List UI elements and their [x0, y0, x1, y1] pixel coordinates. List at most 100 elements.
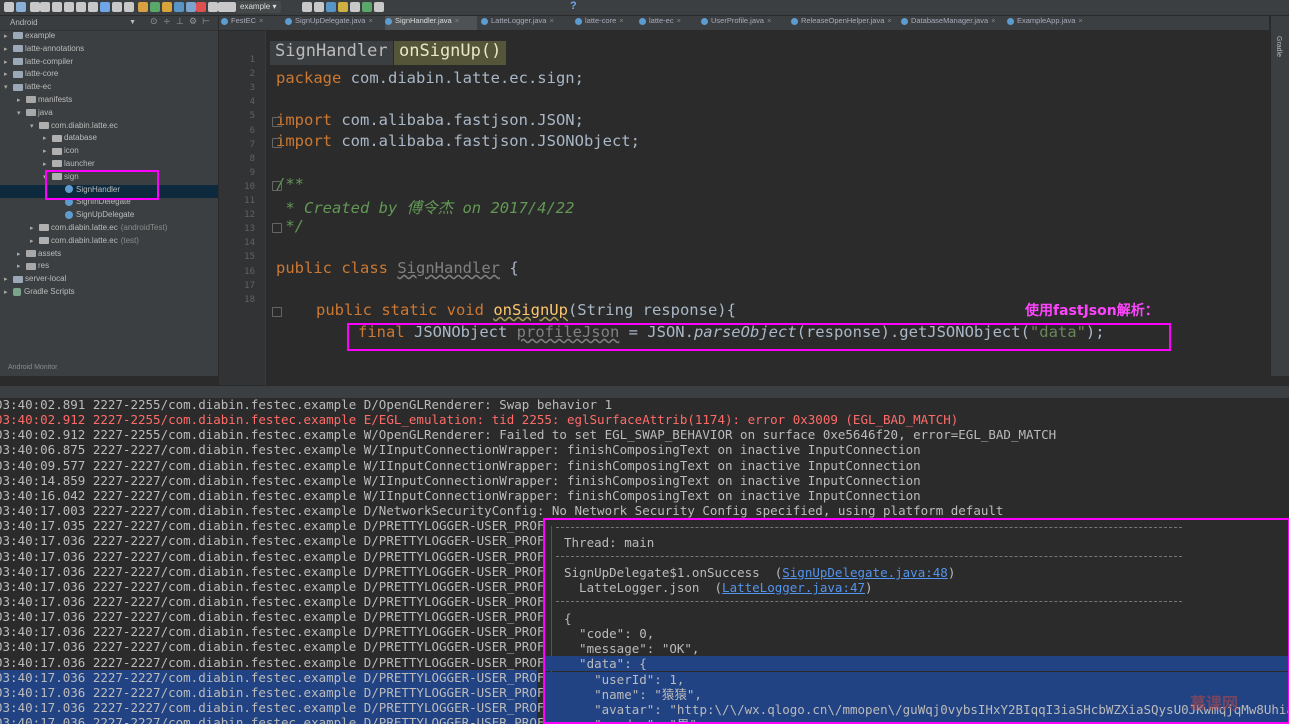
close-icon[interactable]: × [619, 16, 623, 25]
toolbar-icon[interactable] [4, 2, 14, 12]
scroll-from-source-icon[interactable]: ⊥ [176, 17, 185, 27]
toolbar-icon[interactable] [226, 2, 236, 12]
expand-right-icon[interactable]: ▸ [17, 262, 26, 270]
close-icon[interactable]: × [767, 16, 771, 25]
toolbar-icon[interactable] [314, 2, 324, 12]
tree-item[interactable]: ▸ com.diabin.latte.ec (androidTest) [0, 223, 218, 236]
help-icon[interactable]: ? [570, 0, 577, 12]
tree-item[interactable]: ▸ latte-annotations [0, 44, 218, 57]
expand-right-icon[interactable]: ▸ [43, 134, 52, 142]
tab-databasemanager-java[interactable]: DatabaseManager.java × [901, 16, 1003, 30]
tree-item[interactable]: ▾ latte-ec [0, 82, 218, 95]
toolbar-icon[interactable] [186, 2, 196, 12]
tree-item[interactable]: ▸ manifests [0, 95, 218, 108]
tab-releaseopenhelper-java[interactable]: ReleaseOpenHelper.java × [791, 16, 897, 30]
toolbar-icon[interactable] [338, 2, 348, 12]
expand-right-icon[interactable]: ▸ [4, 45, 13, 53]
toolbar-icon[interactable] [76, 2, 86, 12]
tree-item[interactable]: ▸ res [0, 261, 218, 274]
toolbar-icon[interactable] [52, 2, 62, 12]
expand-right-icon[interactable]: ▸ [30, 224, 39, 232]
tree-item[interactable]: ▸ latte-core [0, 69, 218, 82]
tab-exampleapp-java[interactable]: ExampleApp.java × [1007, 16, 1097, 30]
fold-marker[interactable] [272, 223, 282, 233]
tree-item[interactable]: ▸ Gradle Scripts [0, 287, 218, 300]
expand-right-icon[interactable]: ▸ [4, 275, 13, 283]
tree-item[interactable]: ▾ com.diabin.latte.ec [0, 121, 218, 134]
fold-marker[interactable] [272, 181, 282, 191]
hide-panel-icon[interactable]: ⊢ [202, 17, 211, 27]
tree-item[interactable]: ▸ server-local [0, 274, 218, 287]
source-link[interactable]: LatteLogger.java:47 [722, 580, 865, 595]
expand-right-icon[interactable]: ▸ [17, 96, 26, 104]
close-icon[interactable]: × [368, 16, 372, 25]
close-icon[interactable]: × [887, 16, 891, 25]
project-view-selector[interactable]: Android ▼ [10, 17, 136, 29]
tree-item[interactable]: ▸ icon [0, 146, 218, 159]
tree-item[interactable]: ▸ assets [0, 249, 218, 262]
toolbar-icon[interactable] [174, 2, 184, 12]
tab-signupdelegate-java[interactable]: SignUpDelegate.java × [285, 16, 381, 30]
toolbar-icon[interactable] [138, 2, 148, 12]
tab-lattelogger-java[interactable]: LatteLogger.java × [481, 16, 571, 30]
toolbar-icon[interactable] [350, 2, 360, 12]
fold-marker[interactable] [272, 307, 282, 317]
toolbar-icon[interactable] [374, 2, 384, 12]
gradle-tool-button[interactable]: Gradle [1275, 36, 1282, 57]
run-configuration-select[interactable]: example ▾ [236, 1, 281, 13]
toolbar-icon[interactable] [16, 2, 26, 12]
toolbar-icon[interactable] [40, 2, 50, 12]
tree-item[interactable]: ▸ database [0, 133, 218, 146]
toolbar-icon[interactable] [150, 2, 160, 12]
tree-item[interactable]: ▾ java [0, 108, 218, 121]
expand-down-icon[interactable]: ▾ [30, 122, 39, 130]
collapse-icon[interactable]: ÷ [163, 17, 172, 27]
toolbar-icon[interactable] [30, 2, 40, 12]
tab-userprofile-java[interactable]: UserProfile.java × [701, 16, 787, 30]
source-link[interactable]: SignUpDelegate.java:48 [782, 565, 948, 580]
keyword-public-class: public class [276, 259, 398, 277]
expand-right-icon[interactable]: ▸ [4, 288, 13, 296]
close-icon[interactable]: × [1078, 16, 1082, 25]
fold-marker[interactable] [272, 138, 282, 148]
toolbar-icon[interactable] [326, 2, 336, 12]
expand-down-icon[interactable]: ▾ [4, 83, 13, 91]
tree-item[interactable]: ▸ com.diabin.latte.ec (test) [0, 236, 218, 249]
tab-festec[interactable]: FestEC × [221, 16, 281, 30]
close-icon[interactable]: × [549, 16, 553, 25]
toolbar-icon[interactable] [208, 2, 218, 12]
expand-right-icon[interactable]: ▸ [4, 58, 13, 66]
toolbar-icon[interactable] [362, 2, 372, 12]
toolbar-icon[interactable] [302, 2, 312, 12]
gear-icon[interactable]: ⚙ [189, 17, 198, 27]
tab-latte-ec[interactable]: latte-ec × [639, 16, 697, 30]
toolbar-icon[interactable] [196, 2, 206, 12]
toolbar-icon[interactable] [88, 2, 98, 12]
toolbar-icon[interactable] [124, 2, 134, 12]
sync-icon[interactable]: ⊙ [150, 17, 159, 27]
toolbar-icon[interactable] [112, 2, 122, 12]
close-icon[interactable]: × [991, 16, 995, 25]
expand-right-icon[interactable]: ▸ [4, 32, 13, 40]
monitor-divider[interactable] [0, 385, 1289, 399]
tree-item[interactable]: ▸ latte-compiler [0, 57, 218, 70]
close-icon[interactable]: × [455, 16, 459, 25]
toolbar-icon[interactable] [100, 2, 110, 12]
breadcrumb-class[interactable]: SignHandler [270, 41, 393, 65]
close-icon[interactable]: × [259, 16, 263, 25]
tree-item[interactable]: ▸ example [0, 31, 218, 44]
toolbar-icon[interactable] [64, 2, 74, 12]
tab-latte-core[interactable]: latte-core × [575, 16, 635, 30]
tab-signhandler-java[interactable]: SignHandler.java × [385, 16, 477, 30]
expand-right-icon[interactable]: ▸ [17, 250, 26, 258]
expand-right-icon[interactable]: ▸ [43, 147, 52, 155]
fold-marker[interactable] [272, 117, 282, 127]
expand-right-icon[interactable]: ▸ [30, 237, 39, 245]
close-icon[interactable]: × [677, 16, 681, 25]
expand-right-icon[interactable]: ▸ [43, 160, 52, 168]
expand-right-icon[interactable]: ▸ [4, 70, 13, 78]
toolbar-icon[interactable] [162, 2, 172, 12]
expand-down-icon[interactable]: ▾ [17, 109, 26, 117]
breadcrumb-method[interactable]: onSignUp() [394, 41, 507, 65]
tree-item[interactable]: SignUpDelegate [0, 210, 218, 223]
